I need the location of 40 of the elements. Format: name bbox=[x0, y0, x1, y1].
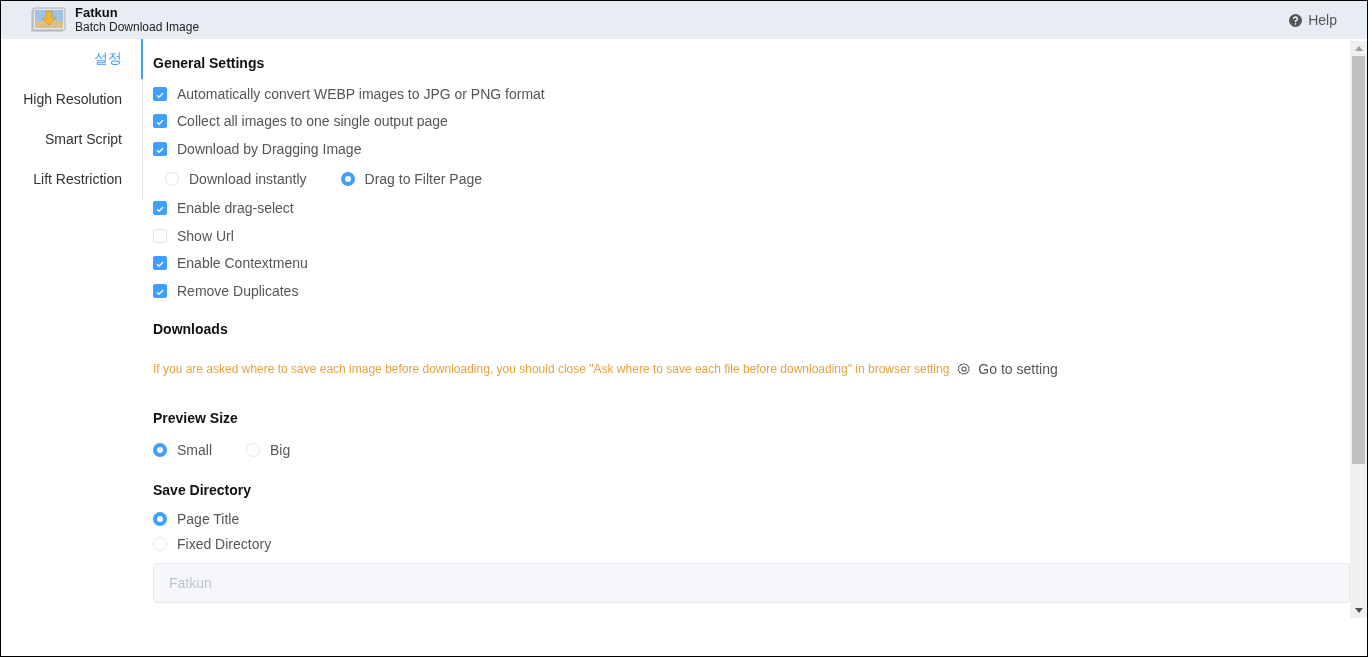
radio-button[interactable] bbox=[153, 512, 167, 526]
scroll-down-icon[interactable] bbox=[1354, 608, 1363, 613]
checkbox-option[interactable]: Collect all images to one single output page bbox=[153, 107, 448, 135]
scroll-up-icon[interactable] bbox=[1354, 46, 1363, 51]
section-title: Preview Size bbox=[153, 408, 239, 428]
settings-icon bbox=[957, 361, 972, 376]
checkbox-option[interactable]: Enable drag-select bbox=[153, 194, 294, 222]
checkbox-option[interactable]: Download by Dragging Image bbox=[153, 135, 362, 163]
checkbox[interactable] bbox=[153, 283, 167, 298]
checkbox[interactable] bbox=[153, 114, 167, 129]
scrollbar[interactable] bbox=[1350, 41, 1367, 618]
warning-note: If you are asked where to save each image before downloading, you should close "Ask where to save each file before downloading" in browser setting bbox=[153, 361, 950, 376]
radio-option[interactable]: Download instantly bbox=[165, 170, 307, 187]
radio-option[interactable]: Page Title bbox=[153, 506, 240, 532]
section-title: Downloads bbox=[153, 319, 229, 339]
help-button[interactable]: Help bbox=[1289, 12, 1337, 28]
radio-option[interactable]: Drag to Filter Page bbox=[340, 170, 482, 187]
checkbox-option[interactable]: Enable Contextmenu bbox=[153, 249, 308, 277]
help-icon bbox=[1289, 13, 1303, 27]
checkbox[interactable] bbox=[153, 86, 167, 101]
radio-option[interactable]: Small bbox=[153, 442, 212, 458]
section-title: Save Directory bbox=[153, 480, 253, 500]
scrollbar-thumb[interactable] bbox=[1352, 56, 1365, 464]
checkbox-option[interactable]: Show Url bbox=[153, 222, 234, 250]
sidebar-item[interactable]: Lift Restriction bbox=[1, 159, 143, 199]
radio-button[interactable] bbox=[340, 171, 355, 186]
radio-button[interactable] bbox=[153, 443, 167, 457]
section-title: General Settings bbox=[153, 54, 266, 73]
go-to-setting-link[interactable]: Go to setting bbox=[957, 360, 1058, 377]
sidebar-item[interactable]: High Resolution bbox=[1, 79, 143, 119]
checkbox-option[interactable]: Remove Duplicates bbox=[153, 277, 299, 305]
radio-option[interactable]: Fixed Directory bbox=[153, 531, 272, 557]
radio-option[interactable]: Big bbox=[246, 442, 291, 458]
checkbox[interactable] bbox=[153, 256, 167, 271]
checkbox[interactable] bbox=[153, 201, 167, 216]
sidebar-item[interactable]: Smart Script bbox=[1, 119, 143, 159]
checkbox-option[interactable]: Automatically convert WEBP images to JPG or PNG format bbox=[153, 80, 545, 108]
app-name: Fatkun bbox=[75, 6, 119, 20]
checkbox[interactable] bbox=[153, 141, 167, 156]
app-subtitle: Batch Download Image bbox=[75, 20, 200, 34]
